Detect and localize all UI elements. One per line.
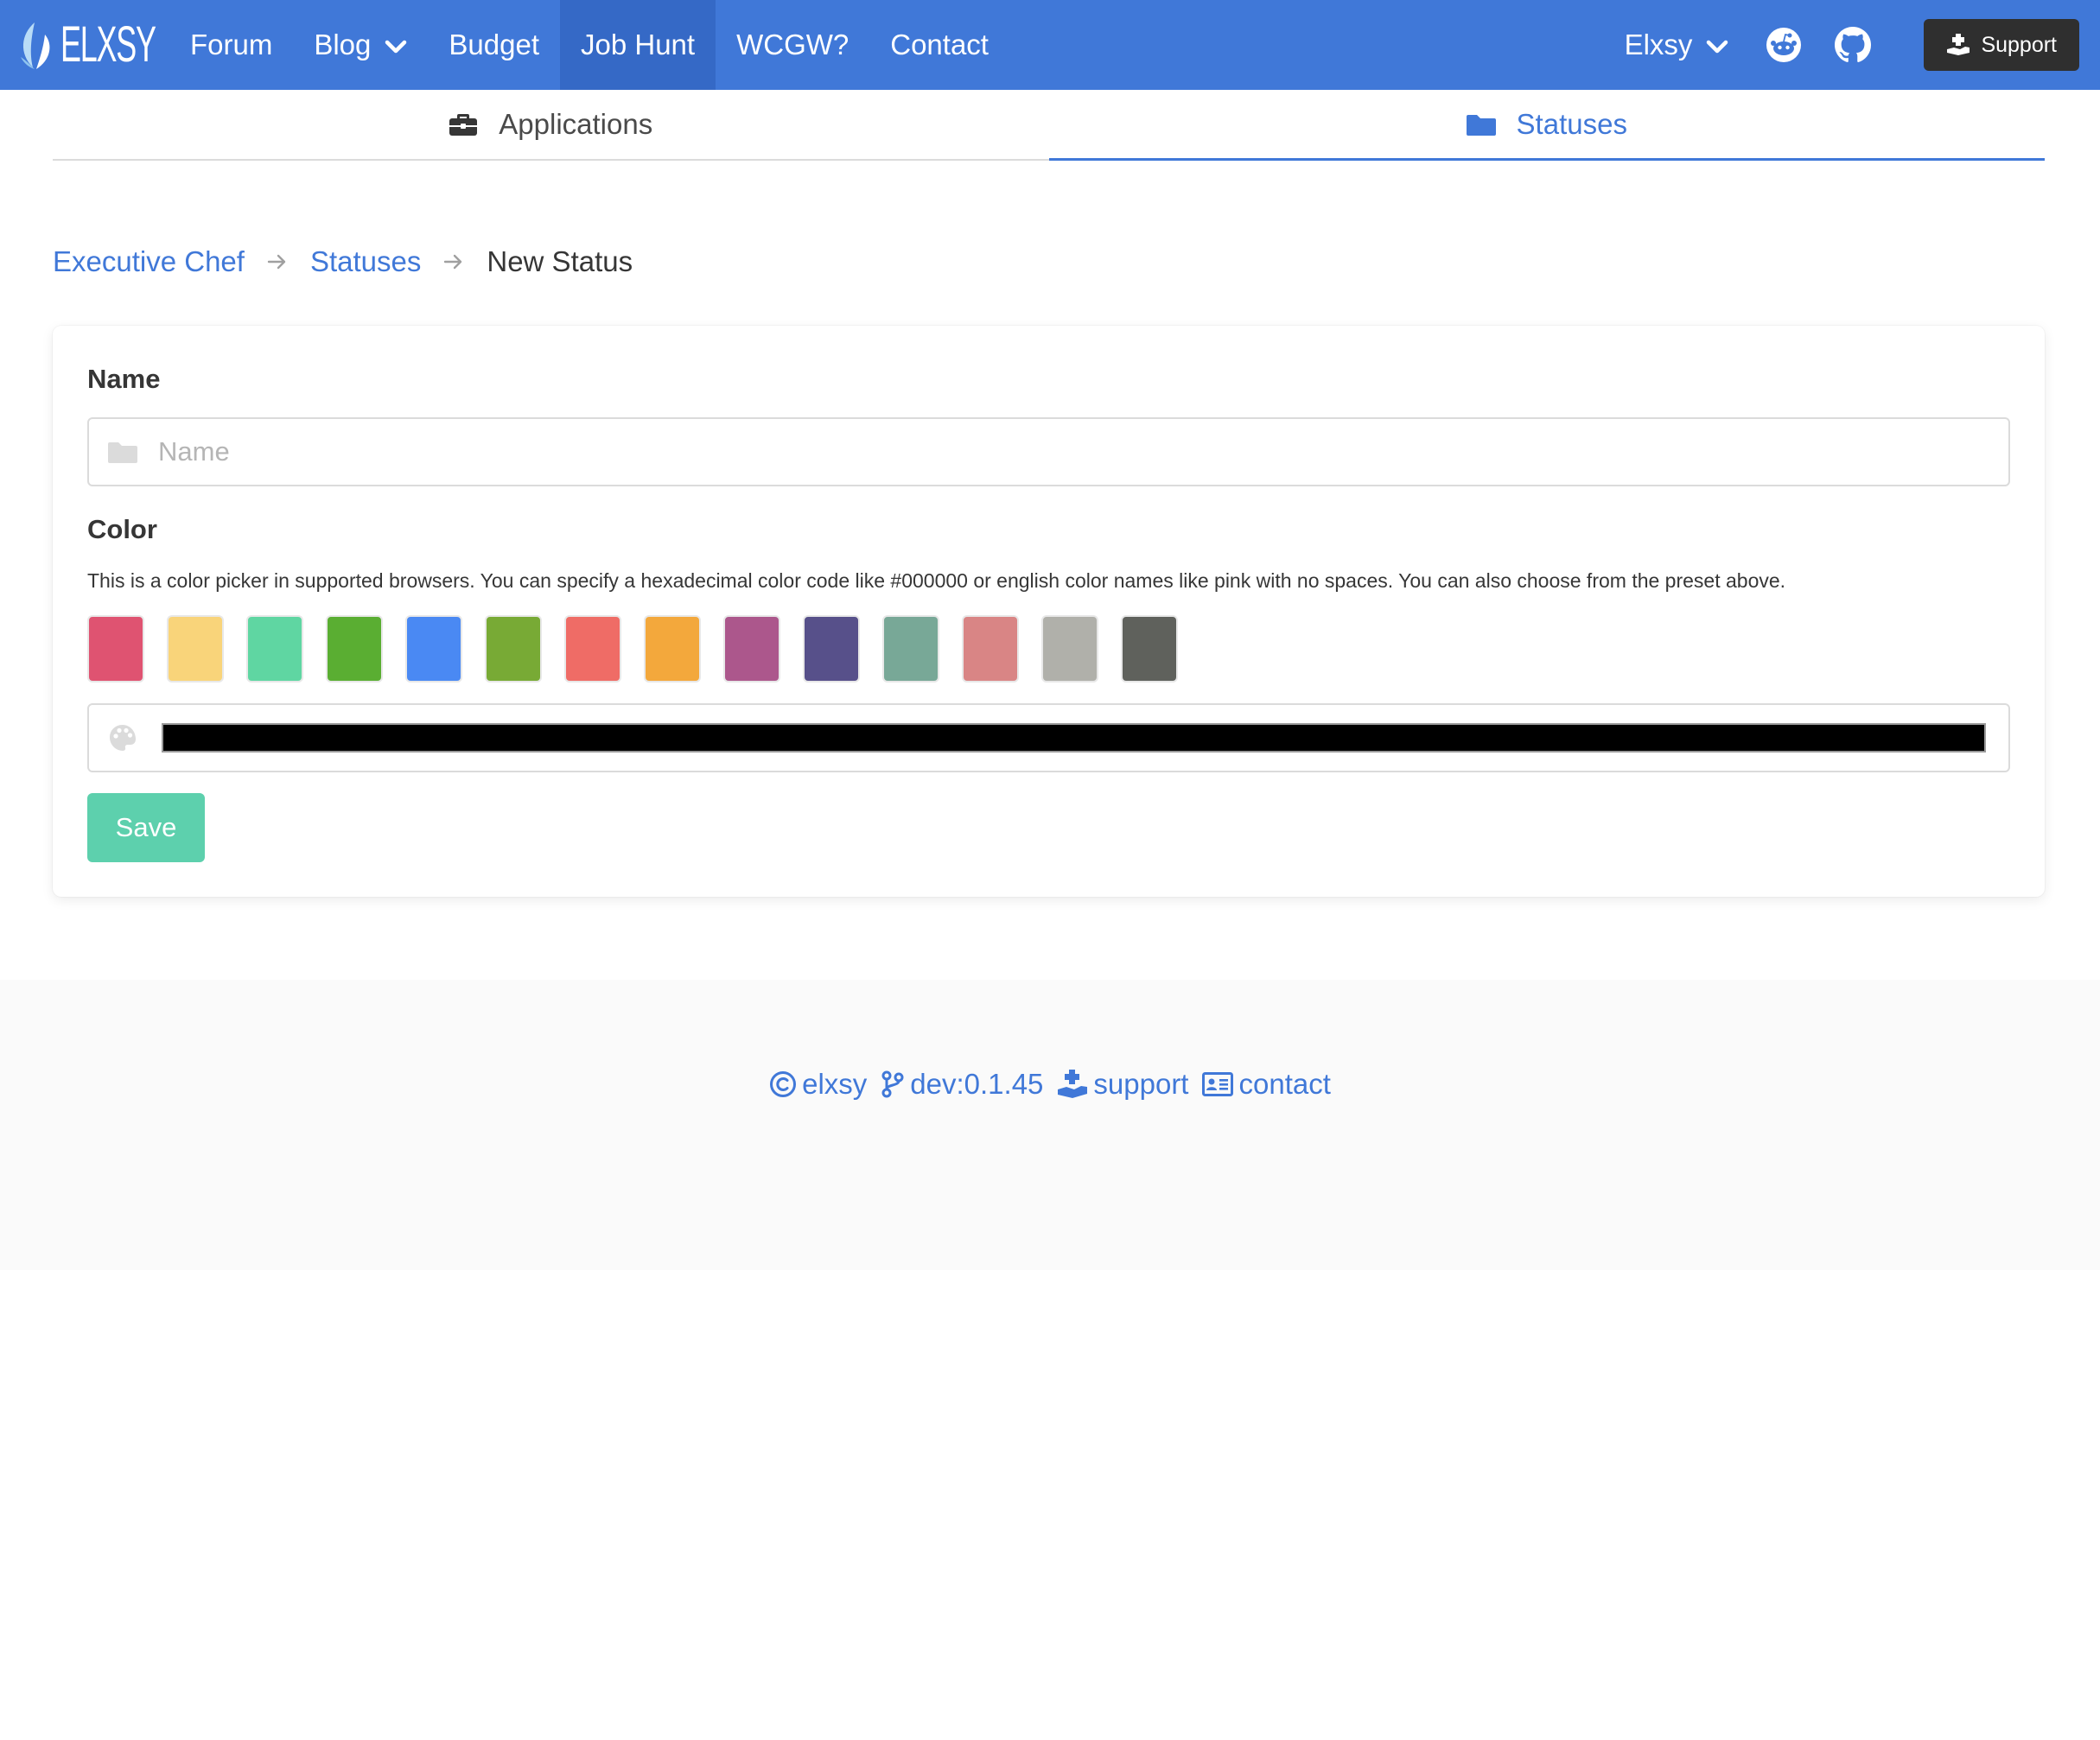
user-menu[interactable]: Elxsy (1604, 0, 1750, 90)
color-swatch[interactable] (962, 615, 1019, 683)
color-swatch[interactable] (1121, 615, 1178, 683)
footer-copyright-link[interactable]: elxsy (769, 1068, 867, 1101)
nav-wcgw-label: WCGW? (736, 29, 850, 60)
breadcrumb-job[interactable]: Executive Chef (53, 245, 245, 278)
breadcrumb: Executive Chef Statuses New Status (53, 245, 633, 278)
color-swatch[interactable] (167, 615, 224, 683)
save-button[interactable]: Save (87, 793, 205, 862)
leaf-logo-icon (21, 22, 50, 69)
nav-budget-label: Budget (449, 29, 539, 60)
footer-contact-link[interactable]: contact (1202, 1068, 1331, 1101)
arrow-right-icon (443, 253, 464, 270)
hand-holding-plus-icon (1058, 1070, 1088, 1098)
color-swatch[interactable] (882, 615, 939, 683)
color-swatch[interactable] (326, 615, 383, 683)
color-presets (87, 615, 2010, 683)
code-branch-icon (881, 1070, 904, 1098)
color-picker-input[interactable] (162, 723, 1986, 753)
color-swatch[interactable] (485, 615, 542, 683)
color-swatch[interactable] (1041, 615, 1098, 683)
nav-contact[interactable]: Contact (869, 0, 1009, 90)
top-navbar: ELXSY Forum Blog Budget Job Hunt WCGW? C… (0, 0, 2100, 90)
name-field-wrap (87, 417, 2010, 486)
hand-holding-plus-icon (1947, 34, 1970, 55)
nav-job-hunt[interactable]: Job Hunt (560, 0, 716, 90)
tab-applications-label: Applications (499, 108, 653, 140)
brand-logo[interactable]: ELXSY (0, 0, 169, 90)
chevron-down-icon (385, 29, 407, 61)
breadcrumb-statuses[interactable]: Statuses (310, 245, 421, 278)
section-tabs: Applications Statuses (53, 90, 2045, 161)
copyright-icon (770, 1071, 797, 1097)
palette-icon (108, 723, 137, 753)
support-button-label: Support (1981, 32, 2057, 57)
footer-contact-label: contact (1238, 1068, 1331, 1100)
chevron-down-icon (1706, 29, 1728, 61)
color-swatch[interactable] (644, 615, 701, 683)
folder-icon (108, 440, 137, 464)
nav-blog[interactable]: Blog (293, 0, 428, 90)
nav-budget[interactable]: Budget (428, 0, 560, 90)
nav-contact-label: Contact (890, 29, 989, 60)
color-swatch[interactable] (246, 615, 303, 683)
footer-support-label: support (1093, 1068, 1189, 1100)
color-swatch[interactable] (723, 615, 780, 683)
nav-forum-label: Forum (190, 29, 273, 60)
nav-forum[interactable]: Forum (169, 0, 293, 90)
footer-version-label: dev:0.1.45 (910, 1068, 1044, 1100)
nav-right-group: Elxsy Support (1604, 0, 2100, 90)
color-help-text: This is a color picker in supported brow… (87, 569, 1786, 592)
footer: elxsy dev:0.1.45 support contact (0, 980, 2100, 1270)
tab-statuses[interactable]: Statuses (1048, 90, 2045, 161)
footer-version-link[interactable]: dev:0.1.45 (881, 1068, 1043, 1101)
arrow-right-icon (267, 253, 288, 270)
name-input[interactable] (89, 419, 2008, 485)
nav-blog-label: Blog (314, 29, 372, 60)
color-swatch[interactable] (405, 615, 462, 683)
tab-statuses-label: Statuses (1516, 107, 1627, 140)
breadcrumb-current: New Status (487, 245, 633, 277)
color-swatch[interactable] (87, 615, 144, 683)
color-swatch[interactable] (803, 615, 860, 683)
reddit-icon[interactable] (1765, 26, 1803, 64)
brand-wordmark: ELXSY (60, 16, 156, 73)
folder-icon (1466, 114, 1496, 136)
color-swatch[interactable] (564, 615, 621, 683)
color-field-wrap (87, 703, 2010, 772)
briefcase-icon (449, 114, 478, 136)
tab-applications[interactable]: Applications (53, 90, 1049, 159)
footer-links: elxsy dev:0.1.45 support contact (0, 1068, 2100, 1101)
github-icon[interactable] (1834, 26, 1872, 64)
footer-copyright-label: elxsy (802, 1068, 868, 1100)
address-card-icon (1202, 1072, 1234, 1096)
nav-job-hunt-label: Job Hunt (581, 29, 696, 60)
new-status-form: Name Color This is a color picker in sup… (53, 326, 2045, 897)
nav-wcgw[interactable]: WCGW? (716, 0, 869, 90)
user-menu-label: Elxsy (1624, 29, 1693, 60)
name-label: Name (87, 364, 161, 394)
footer-support-link[interactable]: support (1057, 1068, 1188, 1101)
support-button[interactable]: Support (1924, 19, 2079, 71)
color-label: Color (87, 514, 157, 544)
